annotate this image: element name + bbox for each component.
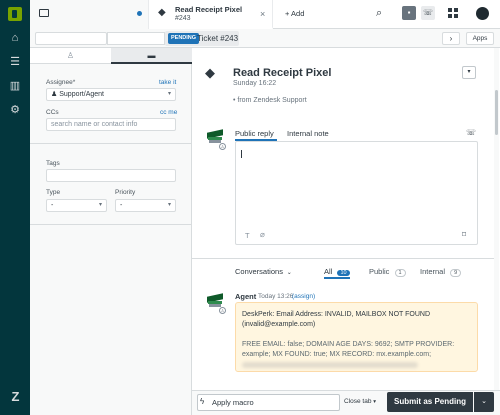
views-icon[interactable]: ☰ — [8, 55, 22, 69]
zendesk-support-logo[interactable] — [8, 7, 22, 21]
call-icon[interactable]: ☏ — [466, 128, 476, 137]
zendesk-z-icon[interactable]: Z — [9, 390, 22, 403]
reporting-icon[interactable]: ▥ — [8, 79, 22, 93]
filter-all-count: 10 — [337, 270, 350, 276]
apps-button[interactable]: Apps — [466, 32, 494, 45]
ticket-icon: ◆ — [158, 7, 166, 18]
filter-public-count: 1 — [394, 269, 406, 277]
text-format-icon[interactable]: T — [245, 231, 250, 240]
chevron-down-icon: ▾ — [98, 202, 102, 208]
comment-author: Agent — [235, 292, 257, 301]
priority-label: Priority — [115, 189, 136, 196]
close-tab-icon[interactable]: × — [260, 9, 265, 19]
product-tray-icon[interactable] — [448, 8, 459, 19]
cc-me-link[interactable]: cc me — [160, 109, 177, 116]
ticket-icon: ◆ — [205, 65, 215, 80]
requester-crumb[interactable] — [35, 32, 107, 45]
search-icon[interactable]: ⌕ — [376, 7, 388, 19]
chevron-down-icon: ▾ — [167, 91, 171, 97]
ticket-header-bar: PENDING Ticket #243 › Apps — [30, 29, 500, 48]
tag-icon[interactable]: ⌑ — [462, 230, 466, 239]
assign-link[interactable]: (assign) — [292, 293, 315, 300]
tab-subtitle: #243 — [175, 15, 191, 22]
phone-icon[interactable]: ☏ — [421, 6, 435, 20]
close-tab-label: Close tab — [344, 398, 372, 405]
filter-all[interactable]: All 10 — [324, 267, 350, 277]
tab-user[interactable]: ♙ — [30, 48, 111, 64]
apply-macro-button[interactable]: Apply macro — [197, 394, 340, 411]
reply-editor[interactable] — [235, 141, 478, 245]
assignee-label: Assignee* — [46, 79, 76, 86]
lightning-icon: ϟ — [200, 397, 205, 406]
ticket-crumb-label: Ticket #243 — [197, 34, 239, 43]
type-label: Type — [46, 189, 61, 196]
active-filter-underline — [324, 277, 350, 279]
settings-gear-icon[interactable]: ⚙ — [8, 103, 22, 117]
home-icon[interactable]: ⌂ — [8, 31, 22, 45]
tags-input[interactable] — [46, 169, 176, 182]
person-icon: ♟ — [51, 91, 60, 98]
left-nav: ⌂ ☰ ▥ ⚙ Z — [0, 0, 30, 415]
divider — [30, 224, 191, 225]
type-select[interactable]: - ▾ — [46, 199, 107, 212]
agent-badge-icon: ♙ — [219, 307, 226, 314]
filter-public[interactable]: Public 1 — [369, 267, 406, 277]
add-tab-button[interactable]: + Add — [285, 9, 304, 18]
tab-ticket-243[interactable]: ◆ Read Receipt Pixel #243 × — [149, 0, 273, 29]
organization-crumb[interactable] — [107, 32, 165, 45]
conversations-label: Conversations — [235, 267, 283, 276]
scrollbar-thumb[interactable] — [495, 90, 498, 135]
priority-value: - — [120, 202, 123, 209]
divider — [30, 143, 191, 144]
status-badge: PENDING — [168, 33, 200, 44]
user-icon: ♙ — [66, 51, 75, 60]
filter-public-label: Public — [369, 267, 390, 276]
filter-all-label: All — [324, 267, 333, 276]
ticket-channel: • from Zendesk Support — [233, 97, 307, 104]
comment-body-line1: DeskPerk: Email Address: INVALID, MAILBO… — [242, 311, 431, 328]
filter-internal-label: Internal — [420, 267, 446, 276]
priority-select[interactable]: - ▾ — [115, 199, 176, 212]
comment-timestamp: Today 13:26 — [258, 293, 294, 300]
ccs-label: CCs — [46, 109, 59, 116]
ticket-date: Sunday 16:22 — [233, 80, 277, 87]
chevron-down-icon: ▾ — [373, 399, 377, 405]
ticket-properties-panel: ♙ ▬ Assignee* take it ♟ Support/Agent ▾ … — [30, 48, 192, 415]
ticket-subject: Read Receipt Pixel — [233, 67, 332, 79]
assignee-select[interactable]: ♟ Support/Agent ▾ — [46, 88, 176, 101]
tab-internal-note[interactable]: Internal note — [287, 129, 329, 138]
filter-internal-count: 9 — [450, 269, 462, 277]
submit-options-chevron-icon[interactable]: ⌄ — [474, 392, 494, 412]
unread-dot-icon — [137, 11, 142, 16]
chevron-down-icon: ▾ — [167, 202, 171, 208]
next-ticket-button[interactable]: › — [442, 32, 460, 45]
tags-label: Tags — [46, 160, 60, 167]
cc-search-input[interactable]: search name or contact info — [46, 118, 176, 131]
close-tab-select[interactable]: Close tab ▾ — [344, 398, 376, 405]
ticket-options-dropdown[interactable]: ▾ — [462, 66, 476, 79]
attachment-icon[interactable]: ⌀ — [260, 230, 265, 239]
tab-views[interactable] — [30, 0, 149, 29]
type-value: - — [51, 202, 54, 209]
comment-body-line2: FREE EMAIL: false; DOMAIN AGE DAYS: 9692… — [242, 341, 455, 358]
mail-icon — [39, 9, 49, 17]
filter-internal[interactable]: Internal 9 — [420, 267, 462, 277]
properties-icon: ▬ — [147, 51, 156, 60]
chevron-down-icon: ⌄ — [285, 270, 292, 276]
divider — [192, 258, 494, 259]
conversations-dropdown[interactable]: Conversations ⌄ — [235, 267, 292, 276]
redacted-text — [242, 362, 418, 368]
submit-button[interactable]: Submit as Pending — [387, 392, 473, 412]
agent-badge-icon: ♙ — [219, 143, 226, 150]
chat-icon[interactable]: ▪ — [402, 6, 416, 20]
take-it-link[interactable]: take it — [159, 79, 176, 86]
tab-ticket-properties[interactable]: ▬ — [111, 48, 192, 64]
assignee-value: Support/Agent — [59, 91, 104, 98]
user-avatar[interactable] — [476, 7, 489, 20]
top-bar: ◆ Read Receipt Pixel #243 × + Add ⌕ ▪ ☏ — [30, 0, 500, 29]
tab-title: Read Receipt Pixel — [175, 5, 243, 14]
tab-public-reply[interactable]: Public reply — [235, 129, 274, 138]
